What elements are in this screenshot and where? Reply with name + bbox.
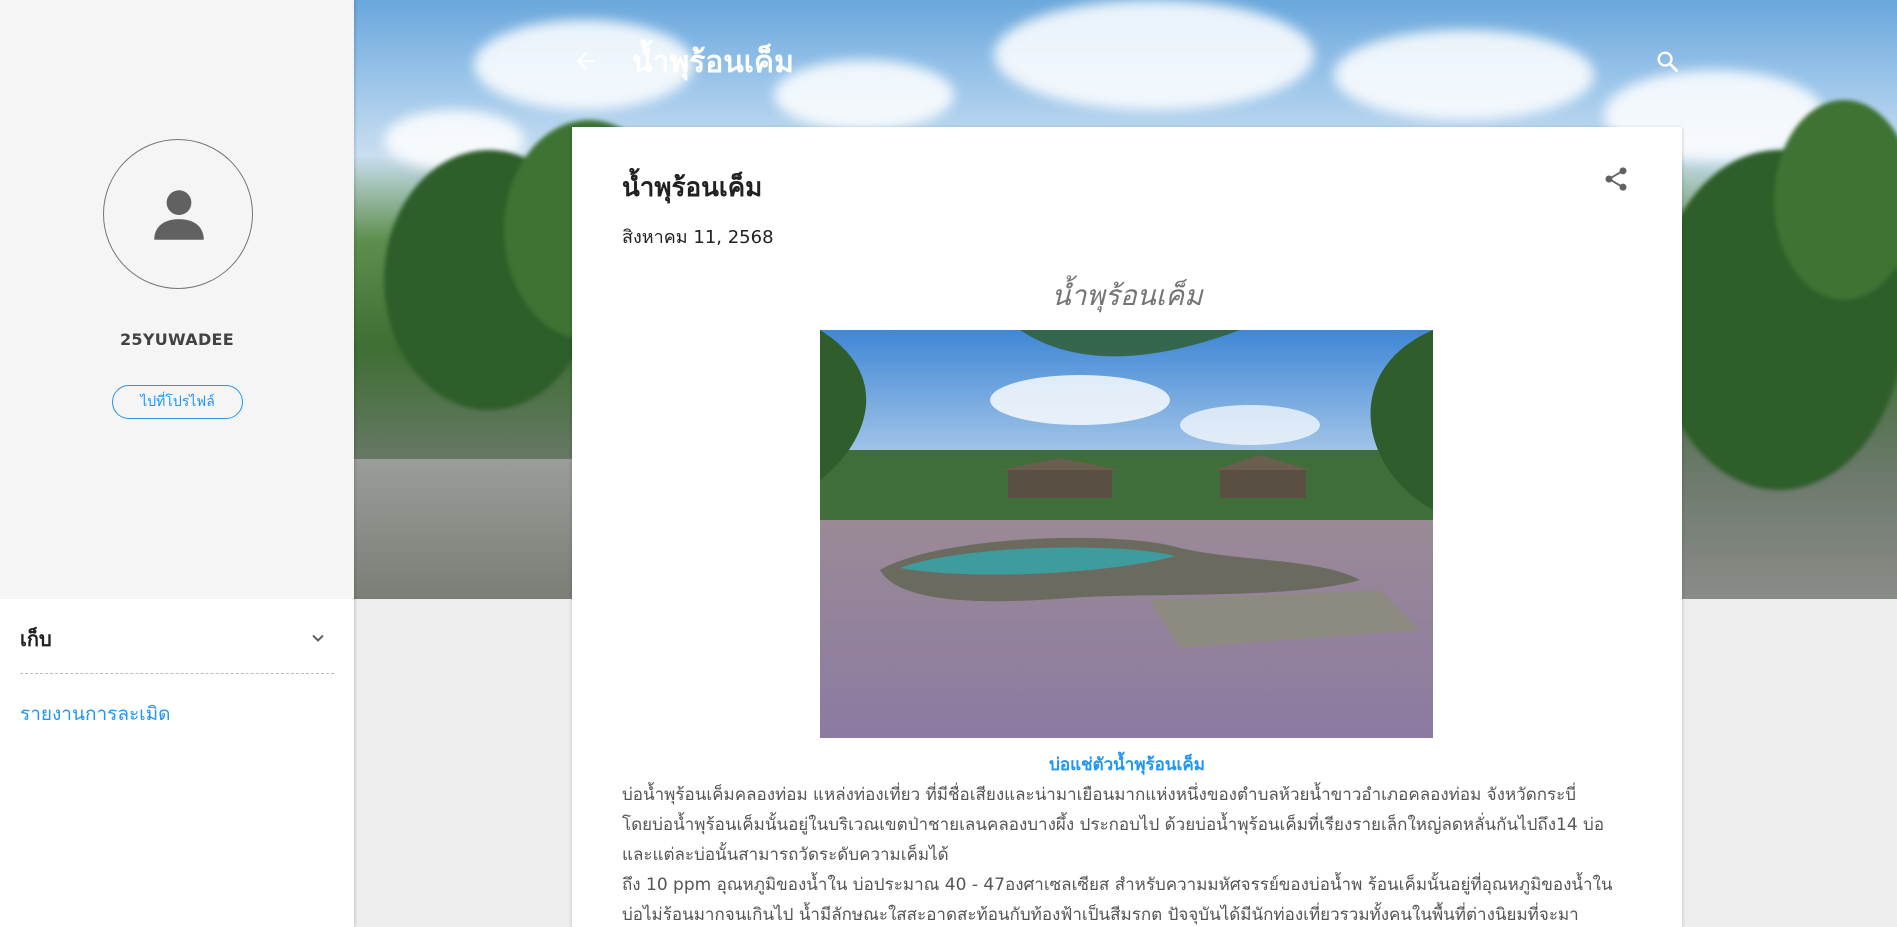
post-body: บ่อน้ำพุร้อนเค็มคลองท่อม แหล่งท่องเที่ยว…	[622, 780, 1642, 927]
chevron-down-icon[interactable]	[306, 626, 330, 650]
post-date: สิงหาคม 11, 2568	[622, 227, 774, 248]
post-image[interactable]	[820, 330, 1433, 738]
share-icon[interactable]	[1602, 165, 1630, 193]
person-icon	[154, 190, 204, 240]
body-line: ถึง 10 ppm อุณหภูมิของน้ำใน บ่อประมาณ 40…	[622, 875, 1613, 895]
profile-section: 25YUWADEE ไปที่โปรไฟล์	[0, 0, 354, 599]
body-line: บ่อไม่ร้อนมากจนเกินไป น้ำมีลักษณะใสสะอาด…	[622, 905, 1579, 925]
profile-name: 25YUWADEE	[120, 330, 234, 349]
post-card: น้ำพุร้อนเค็ม สิงหาคม 11, 2568 น้ำพุร้อน…	[572, 127, 1682, 927]
blog-title[interactable]: น้ำพุร้อนเค็ม	[632, 39, 794, 86]
arrow-back-icon[interactable]	[572, 47, 600, 75]
go-to-profile-button[interactable]: ไปที่โปรไฟล์	[112, 385, 243, 419]
image-caption: บ่อแช่ตัวน้ำพุร้อนเค็ม	[1049, 755, 1205, 775]
report-abuse-link[interactable]: รายงานการละเมิด	[20, 699, 171, 729]
body-line: บ่อน้ำพุร้อนเค็มคลองท่อม แหล่งท่องเที่ยว…	[622, 785, 1577, 805]
search-icon[interactable]	[1654, 48, 1682, 76]
archive-toggle[interactable]: เก็บ	[20, 620, 334, 674]
body-line: และแต่ละบ่อนั้นสามารถวัดระดับความเค็มได้	[622, 845, 949, 865]
avatar[interactable]	[103, 139, 253, 289]
post-title: น้ำพุร้อนเค็ม	[622, 173, 763, 203]
post-heading: น้ำพุร้อนเค็ม	[1051, 279, 1203, 312]
hot-spring-photo	[820, 330, 1433, 738]
archive-title: เก็บ	[20, 627, 52, 651]
top-bar: น้ำพุร้อนเค็ม	[572, 30, 1682, 90]
sidebar: 25YUWADEE ไปที่โปรไฟล์ เก็บ รายงานการละเ…	[0, 0, 354, 927]
body-line: โดยบ่อน้ำพุร้อนเค็มนั้นอยู่ในบริเวณเขตป่…	[622, 815, 1605, 835]
